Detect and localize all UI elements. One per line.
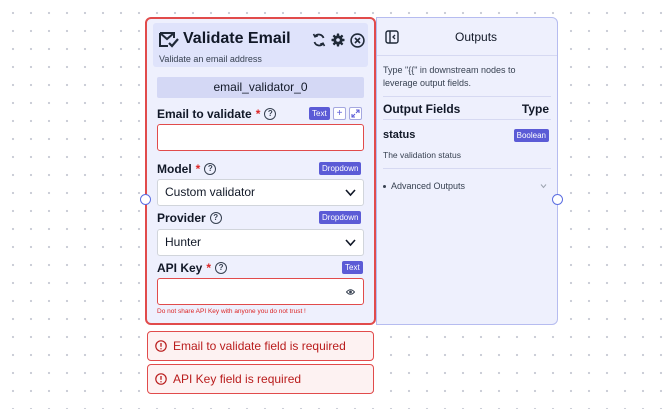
bullet-icon [383, 185, 386, 189]
collapse-panel-icon[interactable] [385, 30, 399, 44]
api-key-field-label: API Key * ? [157, 261, 228, 275]
help-icon[interactable]: ? [264, 108, 277, 120]
error-message: Email to validate field is required [147, 331, 374, 361]
outputs-hint: Type "{{" in downstream nodes to leverag… [383, 65, 516, 88]
email-label-text: Email to validate [157, 107, 252, 121]
type-header: Type [521, 102, 549, 116]
error-icon [155, 340, 167, 352]
close-circle-icon[interactable] [349, 32, 365, 48]
node-header: Validate Email Validate an email address [153, 23, 368, 67]
gear-icon[interactable] [330, 32, 346, 48]
provider-select-value: Hunter [165, 235, 202, 249]
input-handle[interactable] [140, 194, 151, 205]
output-handle[interactable] [552, 194, 563, 205]
help-icon[interactable]: ? [209, 212, 222, 224]
chevron-down-icon [345, 239, 356, 247]
refresh-icon[interactable] [311, 32, 327, 48]
provider-select[interactable]: Hunter [157, 229, 364, 256]
output-field-name: status [383, 129, 416, 141]
error-message: API Key field is required [147, 364, 374, 394]
model-select-value: Custom validator [165, 185, 256, 199]
model-label-text: Model [157, 162, 192, 176]
advanced-outputs-label: Advanced Outputs [391, 181, 466, 191]
error-text: Email to validate field is required [173, 339, 346, 353]
advanced-outputs-toggle[interactable]: Advanced Outputs [383, 181, 465, 191]
help-icon[interactable]: ? [204, 163, 217, 175]
chevron-down-icon [345, 189, 356, 197]
node-subtitle: Validate an email address [159, 54, 262, 64]
divider [383, 119, 551, 120]
output-field-description: The validation status [383, 150, 461, 160]
api-key-input[interactable] [157, 278, 364, 305]
node-id-label[interactable]: email_validator_0 [157, 77, 364, 98]
required-marker: * [206, 261, 212, 275]
help-icon[interactable]: ? [215, 262, 228, 274]
output-fields-header: Output Fields [383, 102, 461, 116]
expand-icon[interactable] [349, 107, 362, 120]
outputs-panel: Outputs Type "{{" in downstream nodes to… [376, 17, 558, 325]
dropdown-badge[interactable]: Dropdown [319, 162, 362, 175]
model-select[interactable]: Custom validator [157, 179, 364, 206]
api-key-warning: Do not share API Key with anyone you do … [157, 308, 306, 315]
required-marker: * [195, 162, 201, 176]
outputs-header: Outputs [377, 18, 557, 56]
model-field-label: Model * ? [157, 162, 217, 176]
type-badge-text[interactable]: Text [309, 107, 330, 120]
error-icon [155, 373, 167, 385]
validate-email-node[interactable]: Validate Email Validate an email address [145, 17, 376, 325]
dropdown-badge[interactable]: Dropdown [319, 211, 362, 224]
error-text: API Key field is required [173, 372, 302, 386]
node-title: Validate Email [183, 30, 291, 47]
email-field-label: Email to validate * ? [157, 107, 277, 121]
email-check-icon [159, 32, 179, 48]
api-key-label-text: API Key [157, 261, 203, 275]
output-type-badge: Boolean [513, 129, 549, 142]
chevron-down-icon[interactable] [540, 183, 547, 189]
eye-icon[interactable] [346, 288, 355, 296]
provider-label-text: Provider [157, 211, 206, 225]
required-marker: * [255, 107, 261, 121]
email-input[interactable] [157, 124, 364, 151]
add-button[interactable]: + [333, 107, 346, 120]
provider-field-label: Provider ? [157, 211, 222, 225]
type-badge-text[interactable]: Text [342, 261, 363, 274]
divider [383, 96, 551, 97]
outputs-title: Outputs [455, 30, 498, 44]
divider [383, 168, 551, 169]
